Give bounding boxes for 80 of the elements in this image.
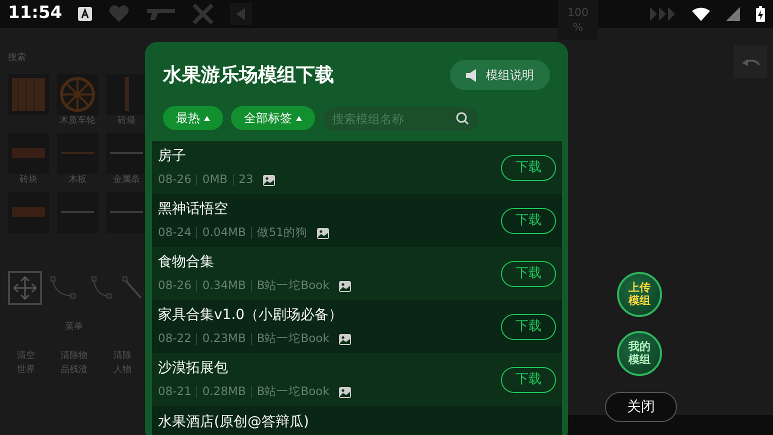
- mod-size: 0.04MB: [202, 224, 246, 242]
- item-tile[interactable]: [8, 192, 49, 232]
- item-tile[interactable]: [8, 74, 49, 114]
- item-tile[interactable]: [8, 132, 49, 174]
- item-label: 砖墙: [118, 114, 136, 128]
- mod-date: 08-26: [158, 171, 192, 188]
- download-button[interactable]: 下载: [501, 154, 556, 180]
- item-tile[interactable]: [106, 192, 147, 232]
- crossed-swords-icon: [192, 3, 214, 25]
- mod-author: 做51的狗: [256, 224, 308, 242]
- rod-tool-icon: [122, 276, 142, 300]
- search-label: 搜索: [8, 52, 27, 65]
- search-icon: [456, 112, 469, 125]
- move-tool-button[interactable]: [8, 270, 42, 304]
- filter-dropdown[interactable]: 最热: [163, 106, 223, 130]
- mod-size: 0.28MB: [202, 383, 246, 400]
- brick-icon: [12, 207, 45, 217]
- menu-label: 菜单: [64, 320, 84, 334]
- download-button[interactable]: 下载: [501, 366, 556, 392]
- brick-icon: [12, 148, 45, 158]
- mod-date: 08-22: [158, 330, 192, 348]
- download-button[interactable]: 下载: [501, 208, 556, 234]
- speaker-icon: [466, 68, 478, 82]
- item-tile[interactable]: [106, 74, 147, 114]
- caret-up-icon: [204, 116, 210, 120]
- mod-size: 0.23MB: [202, 330, 246, 348]
- mod-help-button[interactable]: 模组说明: [450, 60, 550, 90]
- zoom-unit: %: [572, 20, 584, 36]
- mod-name: 黑神话悟空: [158, 200, 229, 220]
- mod-author: B站一坨Book: [256, 330, 330, 348]
- mod-name: 房子: [158, 147, 187, 166]
- wifi-icon: [692, 7, 710, 21]
- filter-dropdown[interactable]: 全部标签: [231, 106, 315, 130]
- image-icon: [263, 174, 276, 186]
- mod-date: 08-26: [158, 277, 192, 294]
- rope-tool-icon: [50, 276, 78, 300]
- item-tile[interactable]: [57, 192, 98, 232]
- wheel-icon: [60, 76, 95, 112]
- wall-icon: [124, 77, 128, 111]
- battery-icon: [756, 6, 765, 22]
- keyboard-icon: [78, 7, 92, 21]
- mod-author: B站一坨Book: [256, 277, 330, 294]
- image-icon: [317, 228, 330, 238]
- mod-date: 08-21: [158, 383, 192, 400]
- gun-icon: [146, 7, 176, 21]
- caret-up-icon: [296, 116, 302, 120]
- item-tile[interactable]: [57, 132, 98, 174]
- item-label: 木板: [68, 174, 86, 186]
- mod-name: 沙漠拓展包: [158, 359, 229, 378]
- mod-name: 家具合集v1.0（小剧场必备）: [158, 306, 344, 326]
- mod-name: 水果酒店(原创@答辩瓜): [158, 413, 309, 432]
- download-button[interactable]: 下载: [501, 314, 556, 340]
- item-label: 木质车轮: [60, 114, 96, 128]
- undo-button[interactable]: [734, 45, 767, 78]
- heart-icon: [108, 5, 130, 23]
- triangle-left-icon: [236, 8, 246, 20]
- image-icon: [339, 334, 352, 344]
- mod-size: 0.34MB: [202, 277, 246, 294]
- move-arrows-icon: [13, 276, 37, 300]
- item-tile[interactable]: [106, 132, 147, 174]
- close-button[interactable]: 关闭: [605, 392, 677, 422]
- back-button[interactable]: [230, 3, 252, 25]
- mod-author: B站一坨Book: [256, 383, 330, 400]
- mod-date: 08-24: [158, 224, 192, 242]
- image-icon: [339, 280, 352, 292]
- item-tile[interactable]: [57, 74, 98, 114]
- item-label: 金属条: [113, 174, 140, 186]
- fast-forward-icon: [650, 7, 676, 21]
- mine-mods-button[interactable]: 我的模组: [617, 331, 662, 376]
- mod-name: 食物合集: [158, 253, 215, 272]
- status-time: 11:54: [8, 2, 62, 26]
- mod-size: 0MB: [202, 171, 228, 188]
- mod-author: 23: [238, 171, 254, 188]
- signal-icon: [726, 7, 740, 21]
- upload-mods-button[interactable]: 上传模组: [617, 272, 662, 317]
- crate-icon: [12, 78, 45, 110]
- download-button[interactable]: 下载: [501, 260, 556, 286]
- image-icon: [339, 386, 352, 398]
- item-label: 砖块: [20, 174, 38, 186]
- dialog-title: 水果游乐场模组下载: [163, 62, 334, 88]
